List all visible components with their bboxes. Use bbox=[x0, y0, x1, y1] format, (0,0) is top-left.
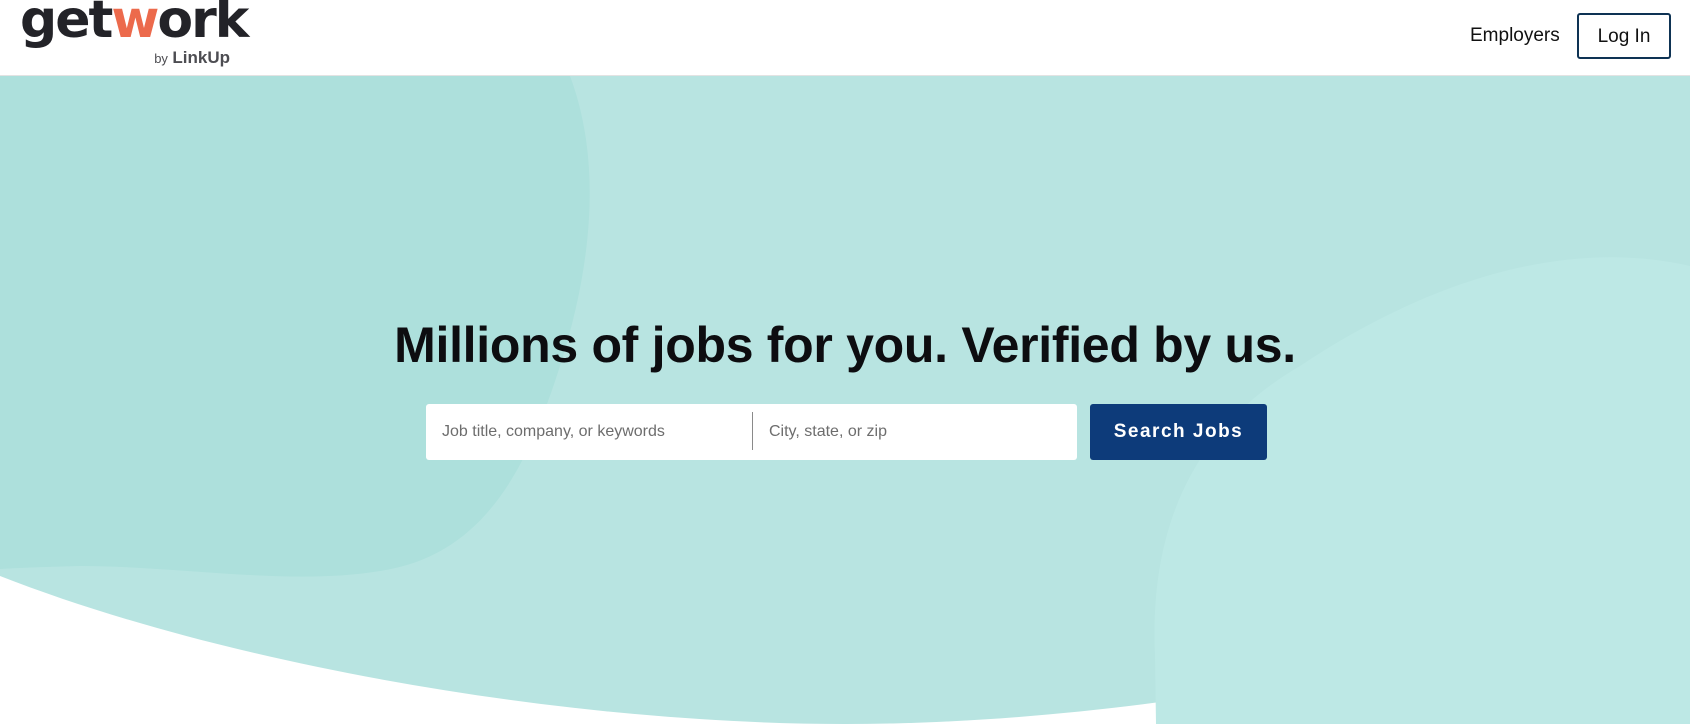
logo-wordmark: getwork bbox=[20, 0, 249, 50]
hero-background bbox=[0, 76, 1690, 724]
employers-link[interactable]: Employers bbox=[1470, 24, 1560, 48]
keywords-input[interactable] bbox=[426, 404, 752, 460]
hero-title: Millions of jobs for you. Verified by us… bbox=[394, 317, 1296, 373]
location-input[interactable] bbox=[753, 404, 1077, 460]
search-jobs-button[interactable]: Search Jobs bbox=[1090, 404, 1267, 460]
site-header: getwork by LinkUp Employers Log In bbox=[0, 0, 1690, 76]
job-search-form bbox=[426, 404, 1077, 460]
getwork-logo[interactable]: getwork by LinkUp bbox=[20, 0, 249, 72]
login-button[interactable]: Log In bbox=[1577, 13, 1671, 59]
hero-section: Millions of jobs for you. Verified by us… bbox=[0, 76, 1690, 724]
logo-byline: by LinkUp bbox=[154, 48, 230, 67]
